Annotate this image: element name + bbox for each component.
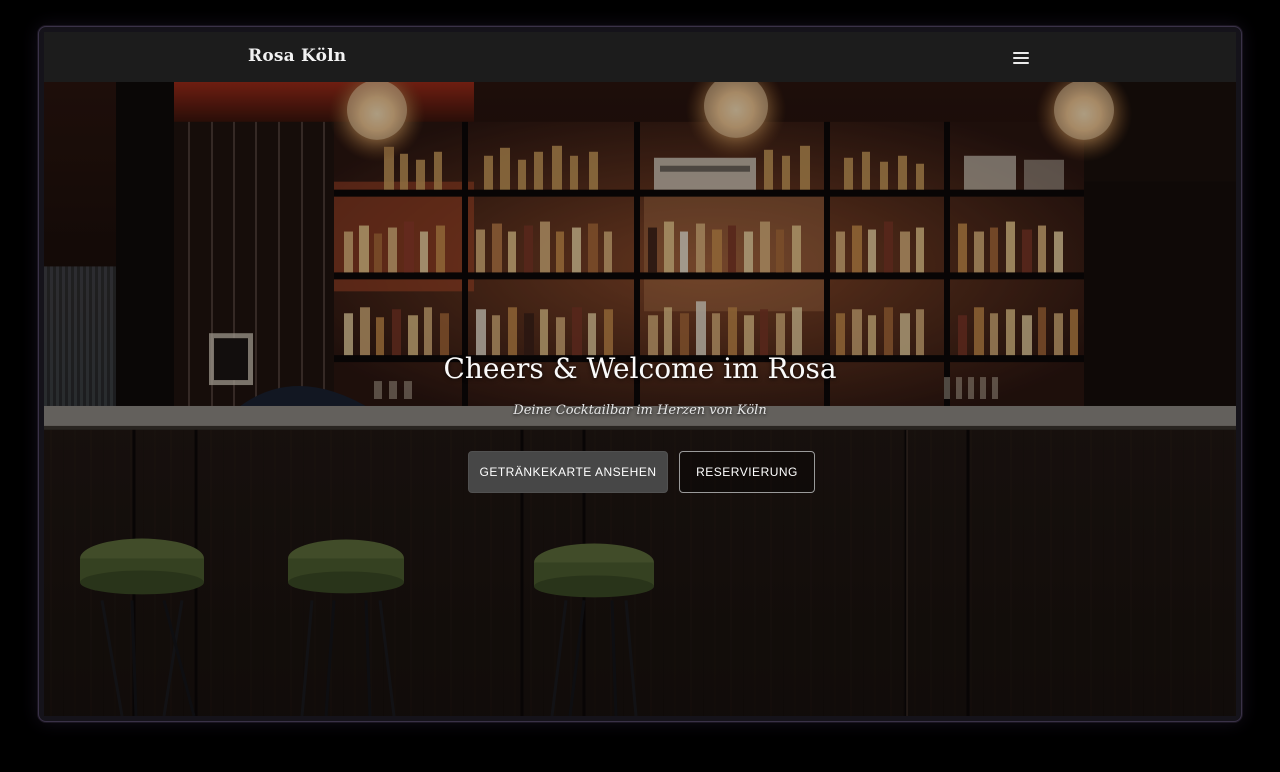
browser-window: Rosa Köln Cheers & Welcome im Rosa Deine… bbox=[38, 26, 1242, 722]
hero-section: Cheers & Welcome im Rosa Deine Cocktailb… bbox=[44, 82, 1236, 716]
reservation-button[interactable]: RESERVIERUNG bbox=[679, 451, 815, 493]
page-frame: Rosa Köln Cheers & Welcome im Rosa Deine… bbox=[44, 32, 1236, 716]
hamburger-menu-icon[interactable] bbox=[1008, 47, 1034, 69]
drinks-menu-button[interactable]: GETRÄNKEKARTE ANSEHEN bbox=[468, 451, 668, 493]
navbar: Rosa Köln bbox=[44, 32, 1236, 82]
hero-title: Cheers & Welcome im Rosa bbox=[443, 352, 837, 385]
brand-logo[interactable]: Rosa Köln bbox=[248, 46, 346, 66]
hero-overlay bbox=[44, 82, 1236, 716]
hero-subtitle: Deine Cocktailbar im Herzen von Köln bbox=[513, 403, 767, 418]
